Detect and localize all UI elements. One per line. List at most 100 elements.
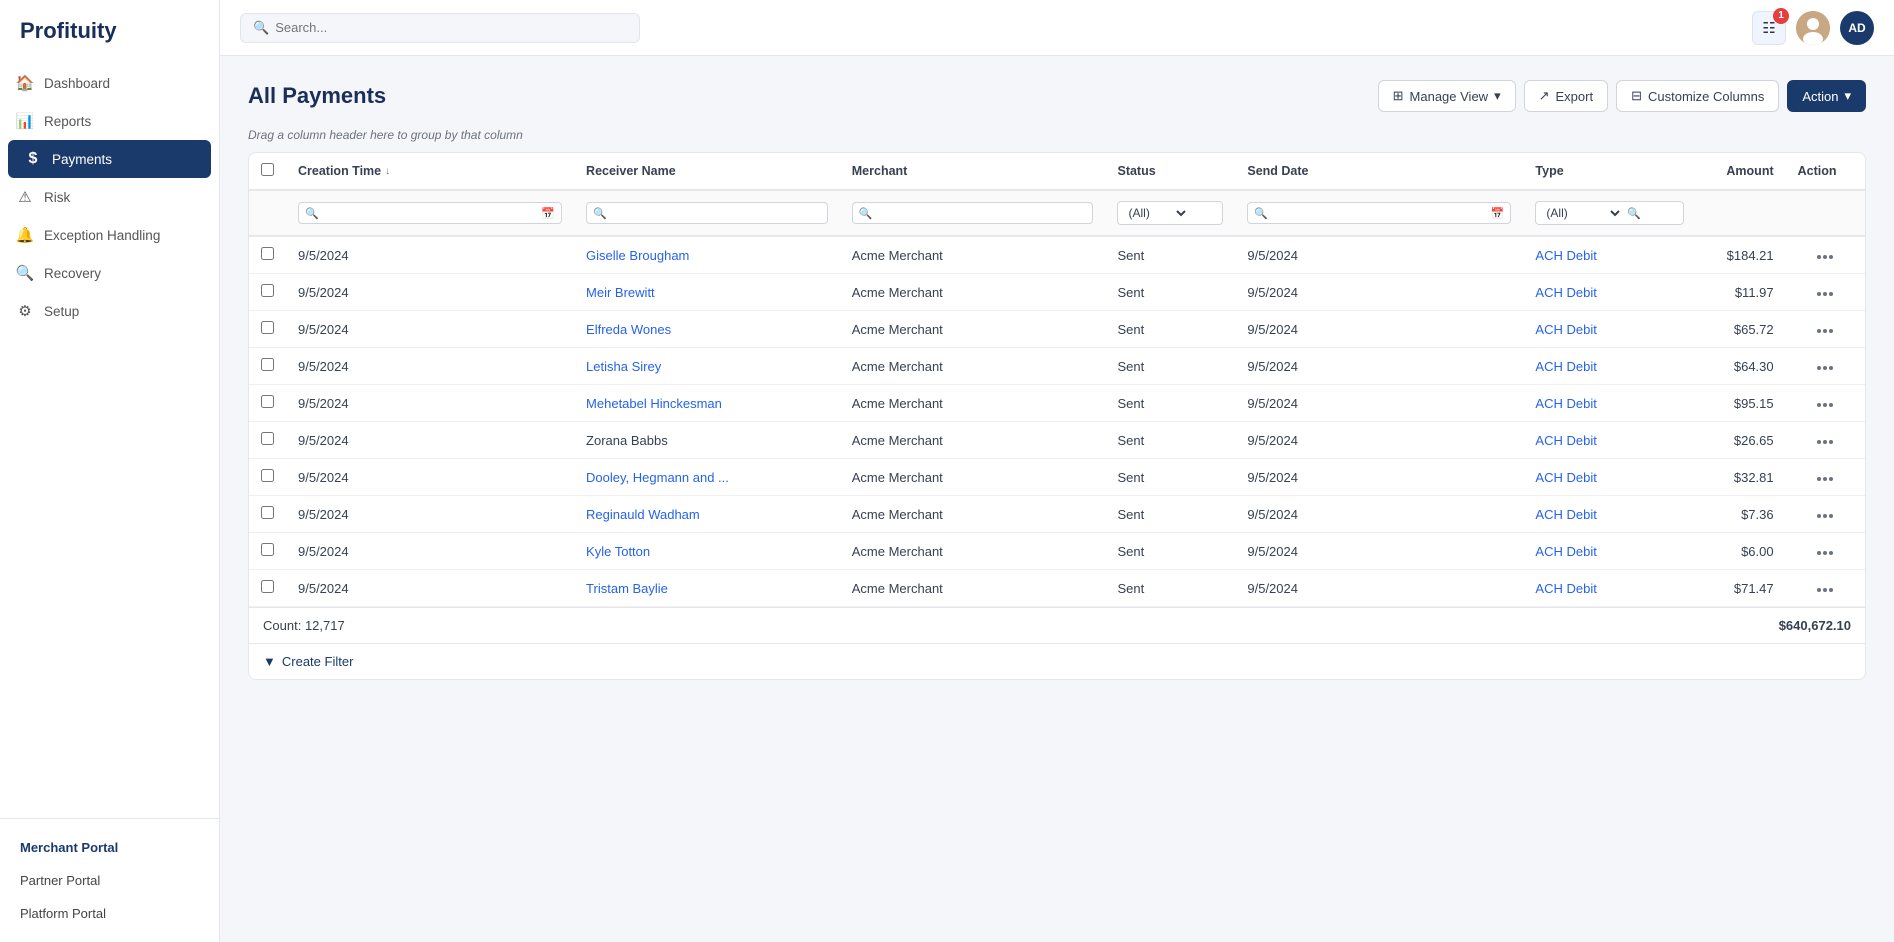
filter-send-date[interactable]: 🔍 📅	[1235, 190, 1523, 236]
cell-receiver-name[interactable]: Reginauld Wadham	[574, 496, 840, 533]
sidebar-item-reports[interactable]: 📊Reports	[0, 102, 219, 140]
cell-receiver-name[interactable]: Meir Brewitt	[574, 274, 840, 311]
cell-receiver-name[interactable]: Mehetabel Hinckesman	[574, 385, 840, 422]
sidebar-item-payments[interactable]: $Payments	[8, 140, 211, 178]
row-checkbox[interactable]	[261, 284, 274, 297]
select-all-header[interactable]	[249, 153, 286, 190]
row-checkbox-cell[interactable]	[249, 459, 286, 496]
cell-type[interactable]: ACH Debit	[1523, 570, 1695, 607]
row-checkbox[interactable]	[261, 395, 274, 408]
cell-type[interactable]: ACH Debit	[1523, 422, 1695, 459]
filter-send-date-input[interactable]	[1272, 206, 1487, 220]
row-checkbox[interactable]	[261, 321, 274, 334]
cell-action[interactable]	[1786, 533, 1865, 570]
cell-receiver-name[interactable]: Giselle Brougham	[574, 236, 840, 274]
cell-type[interactable]: ACH Debit	[1523, 311, 1695, 348]
cell-action[interactable]	[1786, 422, 1865, 459]
row-action-menu[interactable]	[1811, 288, 1839, 300]
row-checkbox-cell[interactable]	[249, 348, 286, 385]
search-input[interactable]	[275, 20, 627, 35]
portal-link-partner-portal[interactable]: Partner Portal	[0, 864, 219, 897]
filter-status-select[interactable]: (All) Sent Pending Failed	[1124, 205, 1189, 221]
cell-receiver-name[interactable]: Tristam Baylie	[574, 570, 840, 607]
col-creation-time[interactable]: Creation Time ↓	[286, 153, 574, 190]
cell-receiver-name[interactable]: Letisha Sirey	[574, 348, 840, 385]
filter-type[interactable]: (All) ACH Debit ACH Credit 🔍	[1523, 190, 1695, 236]
row-checkbox-cell[interactable]	[249, 533, 286, 570]
row-checkbox-cell[interactable]	[249, 385, 286, 422]
action-button[interactable]: Action ▾	[1787, 80, 1866, 112]
row-action-menu[interactable]	[1811, 473, 1839, 485]
cell-action[interactable]	[1786, 385, 1865, 422]
row-checkbox[interactable]	[261, 580, 274, 593]
export-button[interactable]: ↗ Export	[1524, 80, 1608, 112]
create-filter-bar[interactable]: ▼ Create Filter	[249, 643, 1865, 679]
row-action-menu[interactable]	[1811, 436, 1839, 448]
filter-merchant-input[interactable]	[876, 206, 1086, 220]
row-checkbox-cell[interactable]	[249, 311, 286, 348]
row-action-menu[interactable]	[1811, 362, 1839, 374]
filter-merchant[interactable]: 🔍	[840, 190, 1106, 236]
row-checkbox-cell[interactable]	[249, 274, 286, 311]
row-checkbox[interactable]	[261, 543, 274, 556]
filter-creation-time[interactable]: 🔍 📅	[286, 190, 574, 236]
col-send-date[interactable]: Send Date	[1235, 153, 1523, 190]
row-checkbox-cell[interactable]	[249, 496, 286, 533]
cell-type[interactable]: ACH Debit	[1523, 274, 1695, 311]
row-checkbox-cell[interactable]	[249, 236, 286, 274]
col-type[interactable]: Type	[1523, 153, 1695, 190]
row-checkbox[interactable]	[261, 469, 274, 482]
row-action-menu[interactable]	[1811, 510, 1839, 522]
send-date-calendar-icon[interactable]: 📅	[1491, 207, 1505, 220]
cell-action[interactable]	[1786, 496, 1865, 533]
filter-creation-time-input[interactable]	[323, 206, 538, 220]
cell-type[interactable]: ACH Debit	[1523, 496, 1695, 533]
portal-link-platform-portal[interactable]: Platform Portal	[0, 897, 219, 930]
sidebar-item-recovery[interactable]: 🔍Recovery	[0, 254, 219, 292]
cell-receiver-name[interactable]: Kyle Totton	[574, 533, 840, 570]
cell-type[interactable]: ACH Debit	[1523, 459, 1695, 496]
user-avatar[interactable]	[1796, 11, 1830, 45]
row-action-menu[interactable]	[1811, 251, 1839, 263]
cell-action[interactable]	[1786, 236, 1865, 274]
cell-action[interactable]	[1786, 570, 1865, 607]
row-action-menu[interactable]	[1811, 325, 1839, 337]
customize-columns-button[interactable]: ⊟ Customize Columns	[1616, 80, 1779, 112]
cell-action[interactable]	[1786, 348, 1865, 385]
col-status[interactable]: Status	[1105, 153, 1235, 190]
cell-receiver-name[interactable]: Dooley, Hegmann and ...	[574, 459, 840, 496]
col-merchant[interactable]: Merchant	[840, 153, 1106, 190]
row-checkbox[interactable]	[261, 358, 274, 371]
filter-receiver-name[interactable]: 🔍	[574, 190, 840, 236]
calendar-icon[interactable]: 📅	[541, 207, 555, 220]
sidebar-item-risk[interactable]: ⚠Risk	[0, 178, 219, 216]
sidebar-item-exception-handling[interactable]: 🔔Exception Handling	[0, 216, 219, 254]
row-checkbox[interactable]	[261, 506, 274, 519]
notification-button[interactable]: ☷ 1	[1752, 11, 1786, 45]
col-amount[interactable]: Amount	[1696, 153, 1786, 190]
row-checkbox[interactable]	[261, 247, 274, 260]
row-action-menu[interactable]	[1811, 547, 1839, 559]
row-checkbox-cell[interactable]	[249, 570, 286, 607]
filter-type-select[interactable]: (All) ACH Debit ACH Credit	[1542, 205, 1623, 221]
sidebar-item-dashboard[interactable]: 🏠Dashboard	[0, 64, 219, 102]
user-initials[interactable]: AD	[1840, 11, 1874, 45]
sidebar-item-setup[interactable]: ⚙Setup	[0, 292, 219, 330]
row-action-menu[interactable]	[1811, 399, 1839, 411]
row-checkbox-cell[interactable]	[249, 422, 286, 459]
cell-type[interactable]: ACH Debit	[1523, 236, 1695, 274]
cell-action[interactable]	[1786, 274, 1865, 311]
cell-action[interactable]	[1786, 459, 1865, 496]
manage-view-button[interactable]: ⊞ Manage View ▾	[1378, 80, 1516, 112]
col-receiver-name[interactable]: Receiver Name	[574, 153, 840, 190]
cell-receiver-name[interactable]: Elfreda Wones	[574, 311, 840, 348]
portal-link-merchant-portal[interactable]: Merchant Portal	[0, 831, 219, 864]
cell-type[interactable]: ACH Debit	[1523, 348, 1695, 385]
cell-type[interactable]: ACH Debit	[1523, 385, 1695, 422]
cell-type[interactable]: ACH Debit	[1523, 533, 1695, 570]
cell-action[interactable]	[1786, 311, 1865, 348]
filter-receiver-name-input[interactable]	[611, 206, 821, 220]
search-box[interactable]: 🔍	[240, 13, 640, 43]
filter-status[interactable]: (All) Sent Pending Failed	[1105, 190, 1235, 236]
select-all-checkbox[interactable]	[261, 163, 274, 176]
